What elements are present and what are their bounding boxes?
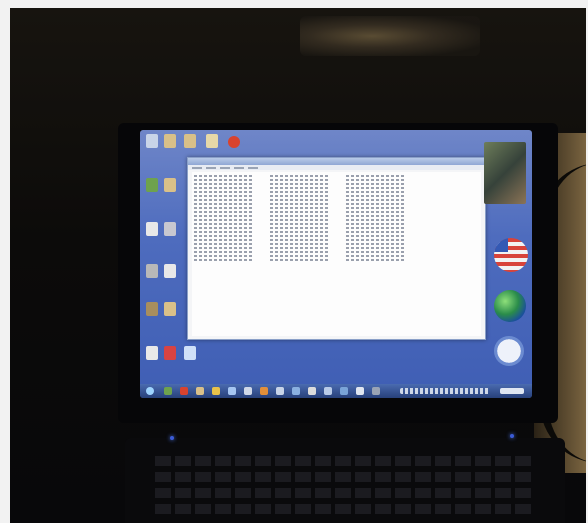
app-icon[interactable] (146, 178, 158, 192)
laptop-keyboard (125, 438, 565, 523)
photo-frame (0, 0, 588, 523)
folder-icon[interactable] (164, 302, 176, 316)
document-icon[interactable] (164, 222, 176, 236)
taskbar-clock[interactable] (500, 388, 524, 394)
slideshow-gadget[interactable] (484, 142, 526, 204)
tool-icon[interactable] (146, 302, 158, 316)
app-icon[interactable] (228, 136, 240, 148)
key-row (155, 504, 535, 514)
taskbar-app-icon[interactable] (324, 387, 332, 395)
taskbar-app-icon[interactable] (372, 387, 380, 395)
taskbar-app-icon[interactable] (180, 387, 188, 395)
system-tray[interactable] (400, 388, 490, 394)
taskbar-app-icon[interactable] (244, 387, 252, 395)
taskbar-app-icon[interactable] (260, 387, 268, 395)
document-icon[interactable] (164, 264, 176, 278)
taskbar-app-icon[interactable] (228, 387, 236, 395)
taskbar-app-icon[interactable] (196, 387, 204, 395)
text-column (346, 175, 406, 263)
taskbar-app-icon[interactable] (164, 387, 172, 395)
flag-gadget-icon[interactable] (494, 238, 528, 272)
key-row (155, 472, 535, 482)
ceiling-lamp (300, 16, 480, 56)
status-led (170, 436, 174, 440)
taskbar-app-icon[interactable] (308, 387, 316, 395)
window-titlebar[interactable] (188, 158, 485, 165)
taskbar-app-icon[interactable] (292, 387, 300, 395)
laptop-screen (140, 130, 532, 398)
document-icon[interactable] (146, 346, 158, 360)
clock-gadget-icon[interactable] (494, 336, 524, 366)
recycle-bin-icon[interactable] (146, 134, 158, 148)
key-row (155, 456, 535, 466)
pdf-icon[interactable] (164, 346, 176, 360)
taskbar-app-icon[interactable] (276, 387, 284, 395)
taskbar-app-icon[interactable] (340, 387, 348, 395)
text-column (194, 175, 254, 263)
document-icon[interactable] (206, 134, 218, 148)
app-icon[interactable] (146, 222, 158, 236)
status-led (510, 434, 514, 438)
text-column (270, 175, 330, 263)
scissors-icon[interactable] (184, 346, 196, 360)
key-row (155, 488, 535, 498)
taskbar-app-icon[interactable] (356, 387, 364, 395)
photo (10, 8, 586, 523)
taskbar (140, 384, 532, 398)
window-menubar[interactable] (188, 165, 485, 170)
start-button[interactable] (146, 387, 154, 395)
folder-icon[interactable] (164, 134, 176, 148)
tool-icon[interactable] (146, 264, 158, 278)
taskbar-app-icon[interactable] (212, 387, 220, 395)
folder-icon[interactable] (164, 178, 176, 192)
globe-icon[interactable] (494, 290, 526, 322)
app-window[interactable] (187, 157, 486, 340)
window-content (192, 172, 481, 336)
folder-icon[interactable] (184, 134, 196, 148)
